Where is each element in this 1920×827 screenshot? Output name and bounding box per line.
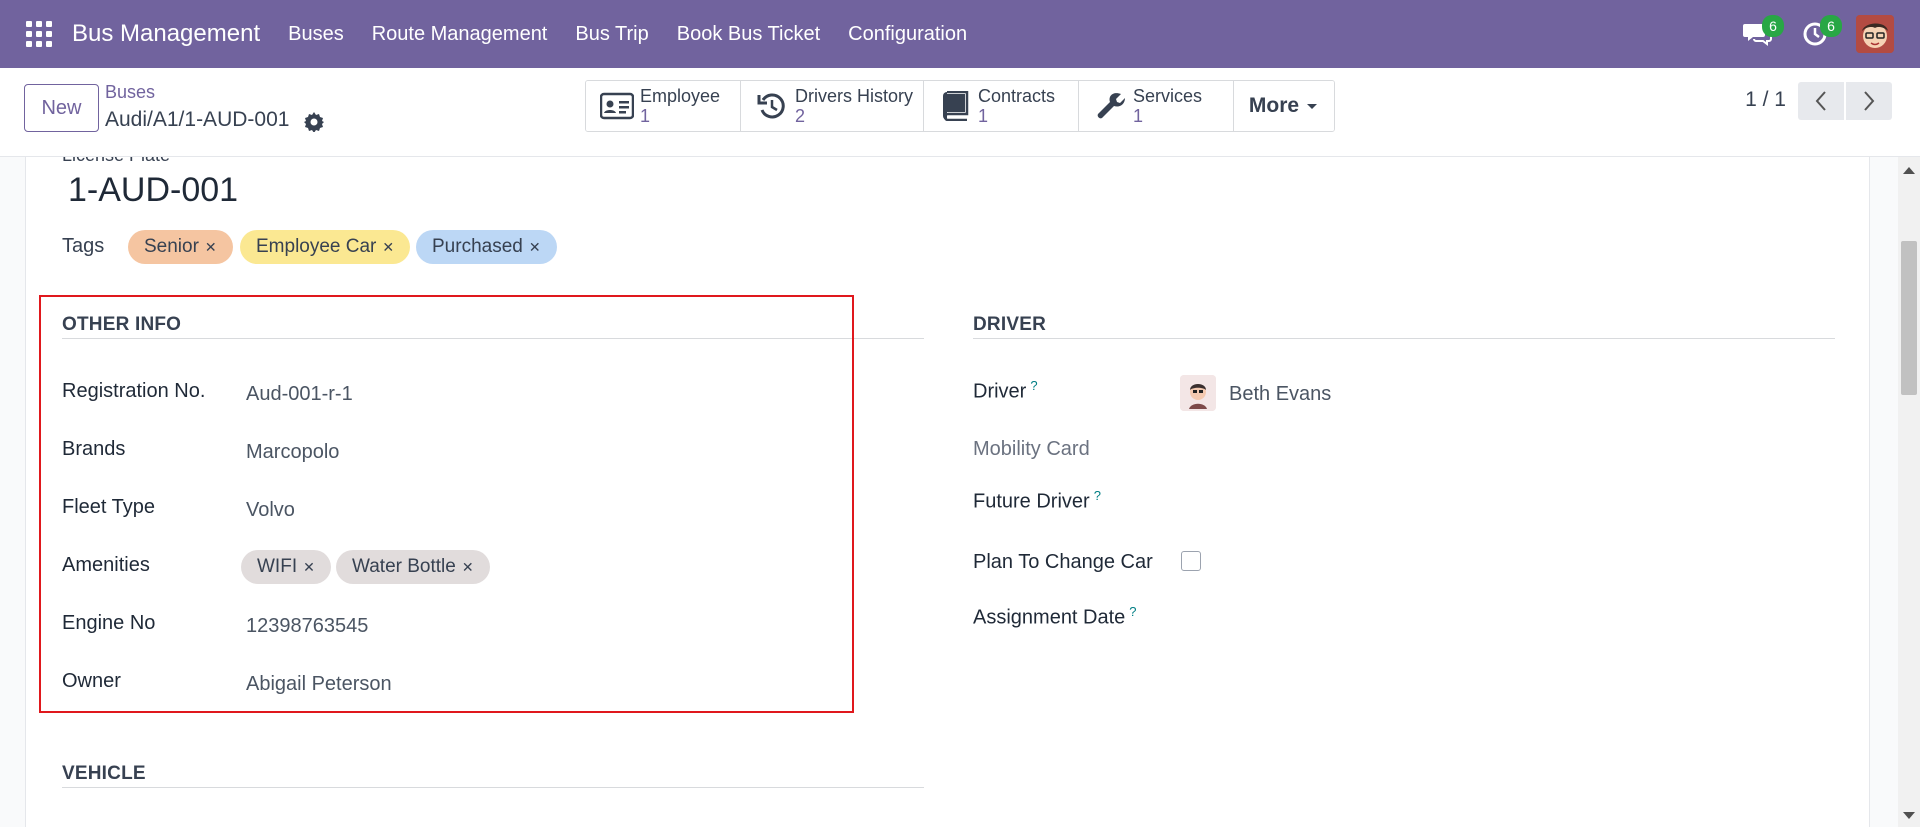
fleet-type-label: Fleet Type [62, 496, 156, 518]
more-dropdown-button[interactable]: More [1234, 81, 1334, 131]
plan-to-change-car-label: Plan To Change Car [973, 551, 1153, 573]
smart-buttons: Employee 1 Drivers History 2 Contracts 1 [585, 80, 1335, 132]
employee-label: Employee [640, 86, 721, 106]
app-brand[interactable]: Bus Management [72, 20, 260, 48]
owner-label: Owner [62, 670, 121, 692]
services-label: Services [1133, 86, 1203, 106]
brands-value[interactable]: Marcopolo [246, 441, 339, 464]
registration-value[interactable]: Aud-001-r-1 [246, 383, 353, 406]
future-driver-help-icon[interactable]: ? [1094, 488, 1101, 503]
driver-value[interactable]: Beth Evans [1229, 383, 1331, 406]
drivers-history-count: 2 [795, 106, 806, 126]
tag-label: Purchased [432, 236, 523, 257]
driver-help-icon[interactable]: ? [1030, 378, 1037, 393]
menu-configuration[interactable]: Configuration [848, 23, 967, 46]
menu-buses[interactable]: Buses [288, 23, 344, 46]
wrench-icon [1093, 89, 1127, 123]
scroll-down-arrow-icon[interactable] [1903, 812, 1915, 819]
other-info-divider [62, 338, 924, 339]
drivers-history-smart-button[interactable]: Drivers History 2 [741, 81, 924, 131]
control-panel: New Buses Audi/A1/1-AUD-001 Employee 1 D… [0, 68, 1920, 157]
caret-down-icon [1307, 104, 1318, 109]
activities-count-badge: 6 [1820, 15, 1842, 37]
owner-value[interactable]: Abigail Peterson [246, 673, 392, 696]
tag-label: Employee Car [256, 236, 377, 257]
driver-label-text: Driver [973, 380, 1027, 403]
driver-label: Driver? [973, 378, 1038, 404]
brands-label: Brands [62, 438, 126, 460]
assignment-date-label: Assignment Date? [973, 604, 1137, 630]
form-sheet: License Plate 1-AUD-001 Tags Senior ✕ Emp… [25, 157, 1870, 827]
assignment-date-label-text: Assignment Date [973, 606, 1126, 629]
employee-smart-button[interactable]: Employee 1 [586, 81, 741, 131]
plan-to-change-car-checkbox[interactable] [1181, 551, 1201, 571]
chevron-left-icon [1815, 91, 1826, 111]
messages-count-badge: 6 [1762, 15, 1784, 37]
amenity-water-bottle[interactable]: Water Bottle ✕ [336, 550, 490, 584]
remove-amenity-icon[interactable]: ✕ [462, 559, 474, 576]
assignment-date-help-icon[interactable]: ? [1129, 604, 1136, 619]
amenity-wifi[interactable]: WIFI ✕ [241, 550, 331, 584]
engine-no-value[interactable]: 12398763545 [246, 615, 368, 638]
contracts-label: Contracts [978, 86, 1056, 106]
pager-value[interactable]: 1 / 1 [1745, 88, 1786, 112]
tag-label: Senior [144, 236, 199, 257]
gear-icon[interactable] [304, 112, 324, 133]
vertical-scrollbar[interactable] [1898, 157, 1920, 827]
chevron-right-icon [1864, 91, 1875, 111]
amenity-label: Water Bottle [352, 556, 456, 577]
services-count: 1 [1133, 106, 1144, 126]
tag-purchased[interactable]: Purchased ✕ [416, 230, 557, 264]
driver-avatar[interactable] [1180, 375, 1216, 411]
amenities-label: Amenities [62, 554, 150, 576]
remove-tag-icon[interactable]: ✕ [205, 239, 217, 256]
history-icon [755, 89, 789, 123]
future-driver-label-text: Future Driver [973, 490, 1090, 513]
breadcrumb-parent[interactable]: Buses [105, 82, 155, 103]
services-smart-button[interactable]: Services 1 [1079, 81, 1234, 131]
menu-book-bus-ticket[interactable]: Book Bus Ticket [677, 23, 820, 46]
fleet-type-value[interactable]: Volvo [246, 499, 295, 522]
driver-section-title: DRIVER [973, 314, 1046, 335]
menu-bus-trip[interactable]: Bus Trip [575, 23, 648, 46]
activities-clock-icon[interactable]: 6 [1798, 15, 1842, 51]
id-card-icon [600, 89, 634, 123]
registration-label: Registration No. [62, 380, 206, 402]
breadcrumb-current: Audi/A1/1-AUD-001 [105, 108, 290, 131]
tags-label: Tags [62, 235, 105, 257]
menu-route-management[interactable]: Route Management [372, 23, 548, 46]
license-plate-label: License Plate [62, 157, 170, 166]
vehicle-divider [62, 787, 924, 788]
contracts-count: 1 [978, 106, 989, 126]
scroll-up-arrow-icon[interactable] [1903, 167, 1915, 174]
engine-no-label: Engine No [62, 612, 156, 634]
top-navbar: Bus Management Buses Route Management Bu… [0, 0, 1920, 68]
contracts-smart-button[interactable]: Contracts 1 [924, 81, 1079, 131]
tag-employee-car[interactable]: Employee Car ✕ [240, 230, 411, 264]
highlight-box [39, 295, 854, 713]
future-driver-label: Future Driver? [973, 488, 1101, 514]
book-icon [938, 89, 972, 123]
remove-tag-icon[interactable]: ✕ [529, 239, 541, 256]
amenity-label: WIFI [257, 556, 298, 577]
remove-tag-icon[interactable]: ✕ [382, 239, 394, 256]
pager-next-button[interactable] [1846, 82, 1892, 120]
new-button[interactable]: New [24, 84, 99, 132]
employee-count: 1 [640, 106, 651, 126]
license-plate-value[interactable]: 1-AUD-001 [68, 171, 238, 210]
apps-menu-icon[interactable] [26, 21, 52, 47]
scroll-thumb[interactable] [1901, 241, 1917, 395]
mobility-card-label: Mobility Card [973, 438, 1090, 460]
drivers-history-label: Drivers History [795, 86, 914, 106]
messages-icon[interactable]: 6 [1740, 15, 1784, 51]
pager-previous-button[interactable] [1798, 82, 1844, 120]
other-info-title: OTHER INFO [62, 314, 182, 335]
vehicle-section-title: VEHICLE [62, 763, 146, 784]
remove-amenity-icon[interactable]: ✕ [303, 559, 315, 576]
more-label: More [1248, 94, 1300, 117]
driver-divider [973, 338, 1835, 339]
user-avatar[interactable] [1856, 15, 1894, 53]
tag-senior[interactable]: Senior ✕ [128, 230, 233, 264]
